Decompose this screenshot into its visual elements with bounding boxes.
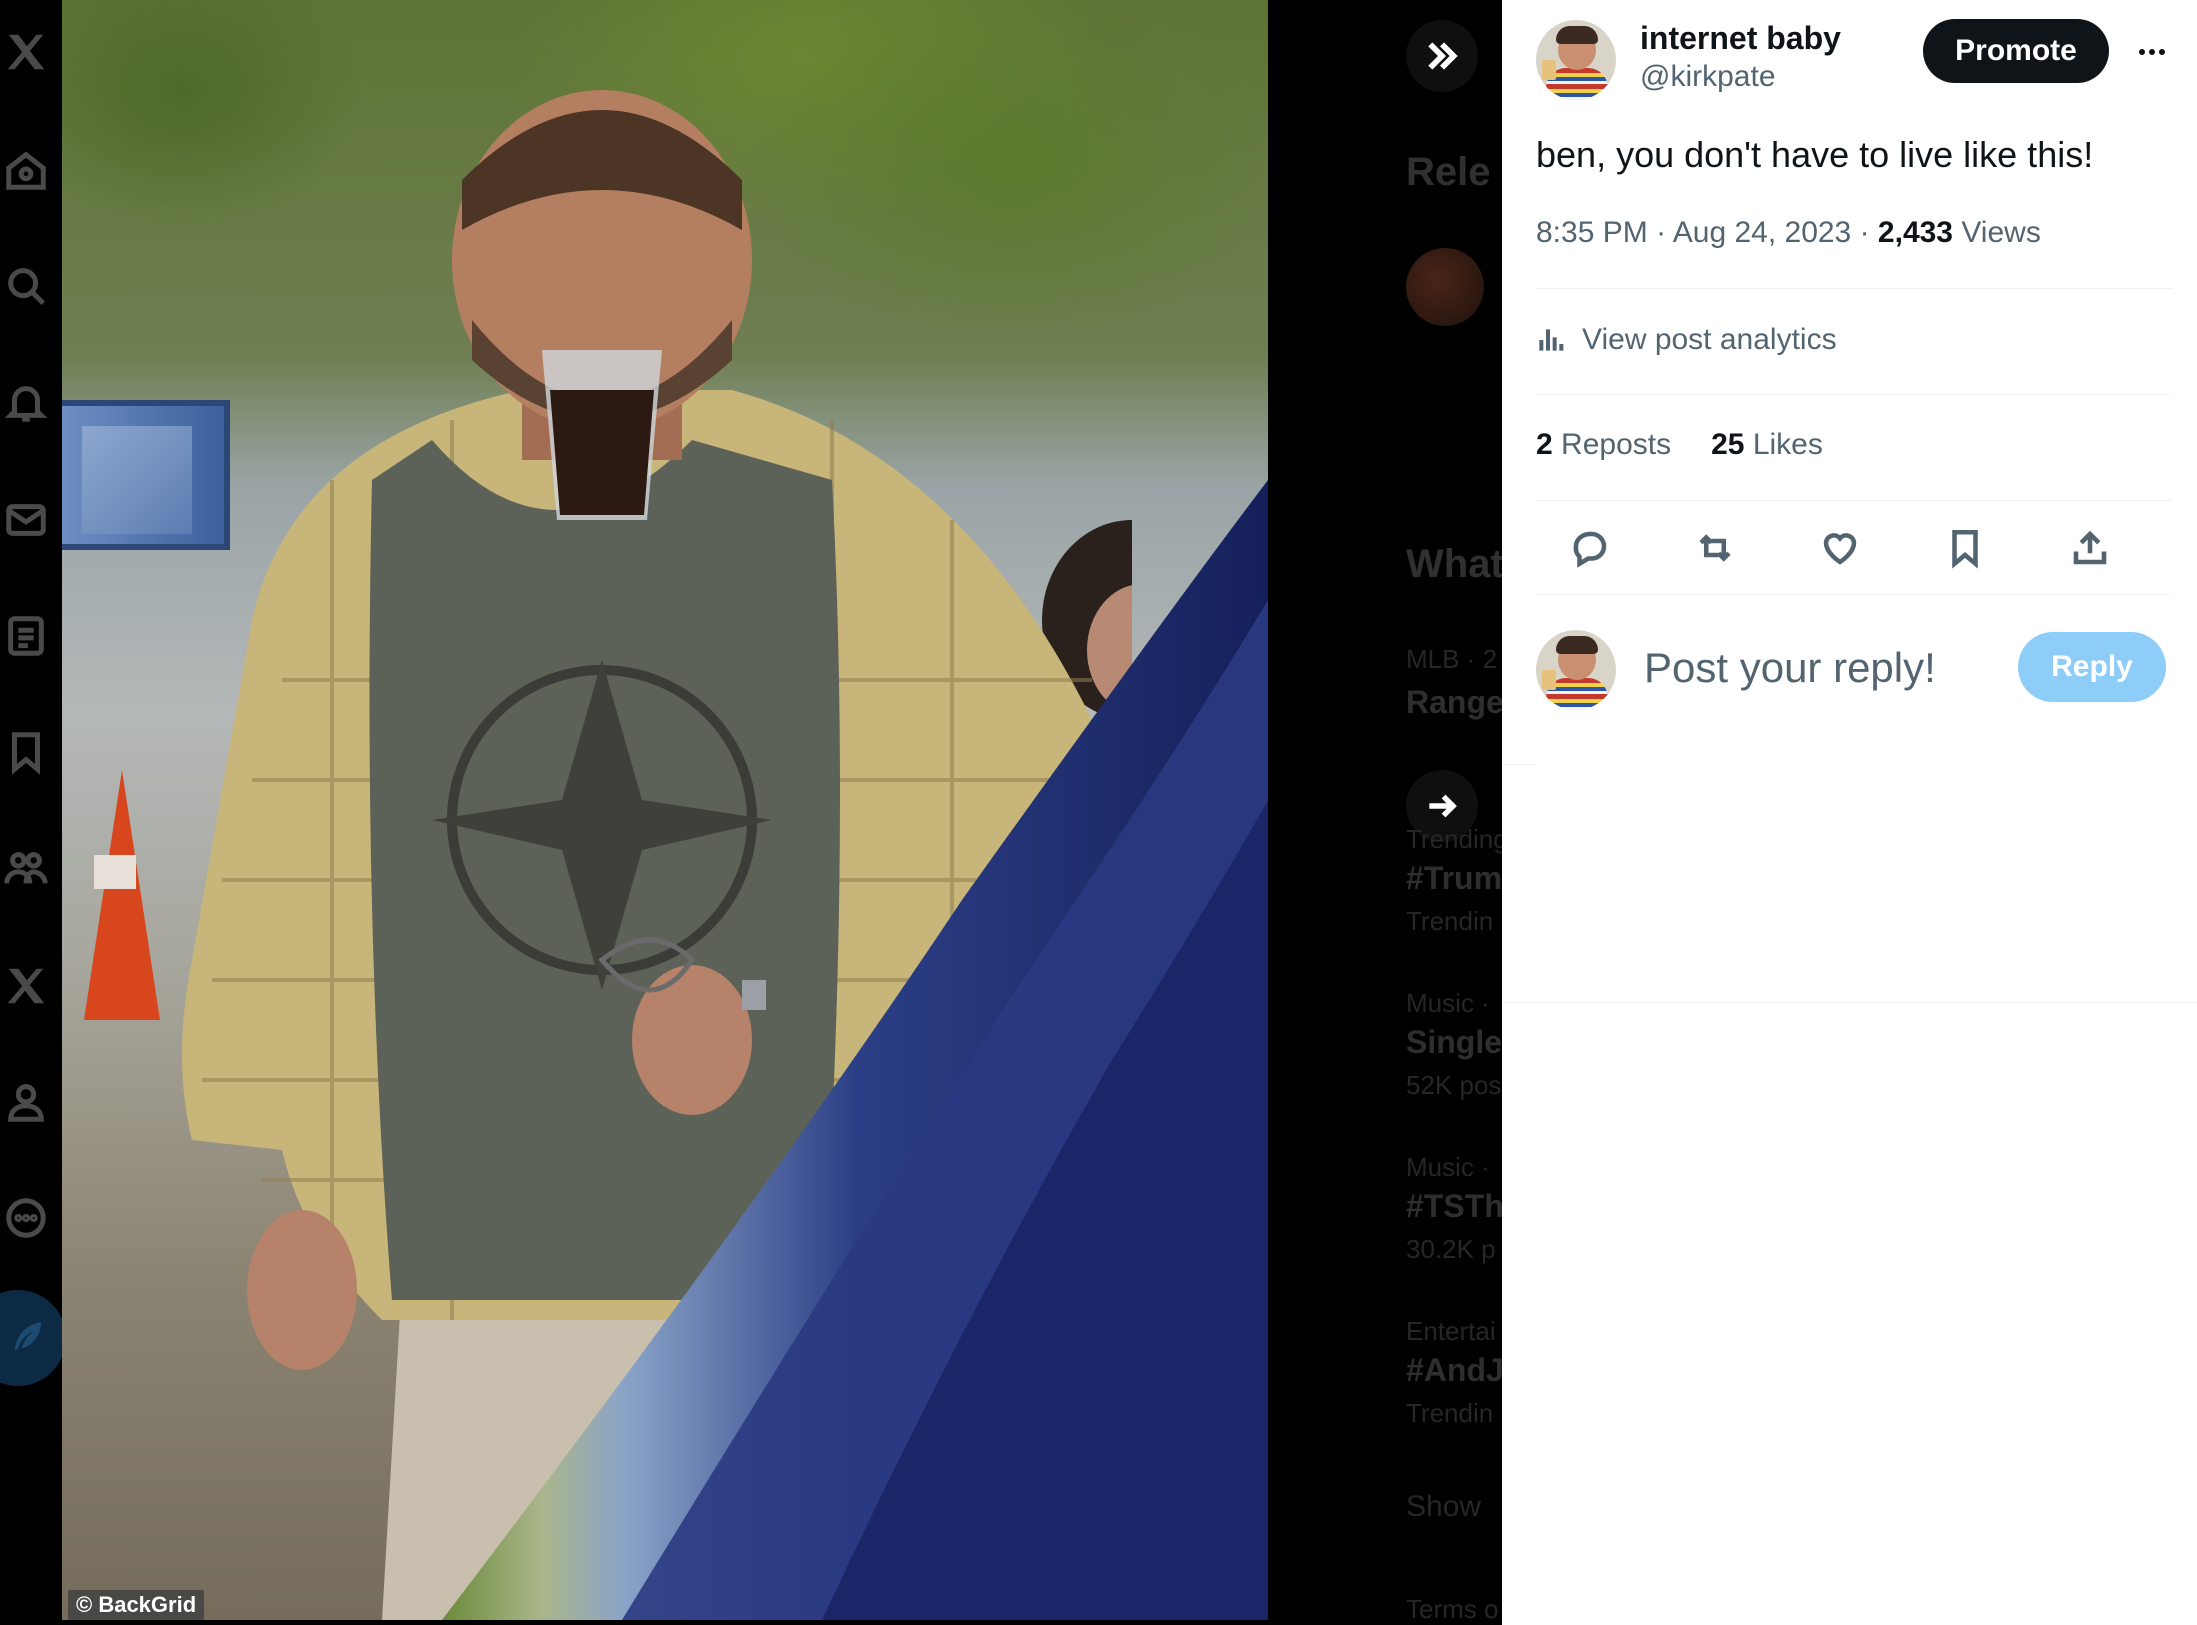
left-nav — [0, 0, 66, 1625]
reposts-label: Reposts — [1561, 428, 1672, 461]
current-user-avatar — [1536, 630, 1616, 710]
photo-credit: © BackGrid — [68, 1590, 205, 1620]
collapse-panel-button[interactable] — [1406, 20, 1478, 92]
x-logo-icon[interactable] — [0, 26, 52, 78]
likes-count: 25 — [1711, 428, 1745, 461]
lists-icon[interactable] — [0, 610, 52, 662]
notifications-icon[interactable] — [0, 376, 52, 428]
communities-icon[interactable] — [0, 842, 52, 894]
views-label: Views — [1961, 216, 2041, 249]
home-icon[interactable] — [0, 144, 52, 196]
divider — [1536, 594, 2172, 595]
relevant-people-heading: Rele — [1406, 150, 1491, 194]
trend-sub: 52K pos — [1406, 1070, 1502, 1100]
author-handle[interactable]: @kirkpate — [1640, 60, 1776, 94]
whats-happening-heading: What — [1406, 542, 1502, 586]
promote-button[interactable]: Promote — [1923, 19, 2109, 83]
reposts-count: 2 — [1536, 428, 1553, 461]
trend-title[interactable]: Range — [1406, 684, 1502, 721]
reply-action-button[interactable] — [1560, 518, 1620, 578]
share-action-button[interactable] — [2060, 518, 2120, 578]
feather-icon — [14, 1322, 41, 1351]
repost-action-button[interactable] — [1685, 518, 1745, 578]
share-icon — [2073, 530, 2107, 565]
post-text: ben, you don't have to live like this! — [1536, 134, 2094, 175]
likes-label: Likes — [1752, 428, 1823, 461]
heart-icon — [1823, 533, 1857, 565]
likes-stat[interactable]: 25 Likes — [1711, 428, 1823, 468]
divider — [1502, 1002, 2197, 1003]
analytics-icon — [1539, 329, 1564, 351]
compose-post-button[interactable] — [0, 1290, 66, 1386]
repost-icon — [1699, 534, 1731, 562]
like-action-button[interactable] — [1810, 518, 1870, 578]
bookmark-icon — [1952, 529, 1978, 569]
reply-input[interactable] — [1642, 636, 2002, 700]
double-chevron-right-icon — [1428, 42, 1458, 70]
analytics-label: View post analytics — [1582, 323, 1837, 356]
author-display-name[interactable]: internet baby — [1640, 20, 1841, 57]
trend-context: Trending — [1406, 824, 1502, 854]
trend-context: Music · — [1406, 1152, 1490, 1182]
messages-icon[interactable] — [0, 494, 52, 546]
divider — [1502, 764, 1536, 765]
reposts-stat[interactable]: 2 Reposts — [1536, 428, 1671, 468]
post-action-bar — [1560, 518, 2170, 578]
views-count: 2,433 — [1877, 216, 1953, 249]
view-analytics-link[interactable]: View post analytics — [1536, 318, 1837, 362]
trend-context: Music · — [1406, 988, 1490, 1018]
engagement-counts: 2 Reposts 25 Likes — [1536, 428, 1823, 468]
media-photo[interactable]: © BackGrid — [62, 0, 1268, 1620]
more-options-icon[interactable] — [2130, 30, 2174, 74]
bookmarks-icon[interactable] — [0, 726, 52, 778]
bookmark-action-button[interactable] — [1935, 518, 1995, 578]
post-meta: 8:35 PM · Aug 24, 2023 · 2,433 Views — [1536, 216, 2041, 249]
trend-sub: Trendin — [1406, 1398, 1494, 1428]
trend-title[interactable]: Single — [1406, 1024, 1502, 1061]
car-foreground-blur — [442, 480, 1268, 1620]
arrow-right-icon — [1429, 794, 1457, 818]
trend-context: MLB · 2 — [1406, 644, 1498, 674]
divider — [1536, 500, 2172, 501]
trend-sub: Trendin — [1406, 906, 1494, 936]
trend-title[interactable]: #AndJ — [1406, 1352, 1502, 1389]
post-date[interactable]: Aug 24, 2023 — [1673, 216, 1852, 249]
reply-submit-button[interactable]: Reply — [2018, 632, 2166, 702]
relevant-user-avatar — [1406, 248, 1484, 326]
more-circle-icon[interactable] — [0, 1192, 52, 1244]
trend-title[interactable]: #Trum — [1406, 860, 1502, 897]
show-more-link[interactable]: Show — [1406, 1490, 1502, 1524]
explore-icon[interactable] — [0, 260, 52, 312]
reply-icon — [1573, 531, 1607, 568]
post-time[interactable]: 8:35 PM — [1536, 216, 1648, 249]
terms-link[interactable]: Terms o — [1406, 1594, 1502, 1625]
premium-icon[interactable] — [0, 960, 52, 1012]
trend-sub: 30.2K p — [1406, 1234, 1496, 1264]
trend-context: Entertai — [1406, 1316, 1496, 1346]
divider — [1536, 394, 2172, 395]
trend-title[interactable]: #TSTh — [1406, 1188, 1502, 1225]
profile-icon[interactable] — [0, 1076, 52, 1128]
author-avatar[interactable] — [1536, 20, 1616, 100]
divider — [1536, 288, 2172, 289]
